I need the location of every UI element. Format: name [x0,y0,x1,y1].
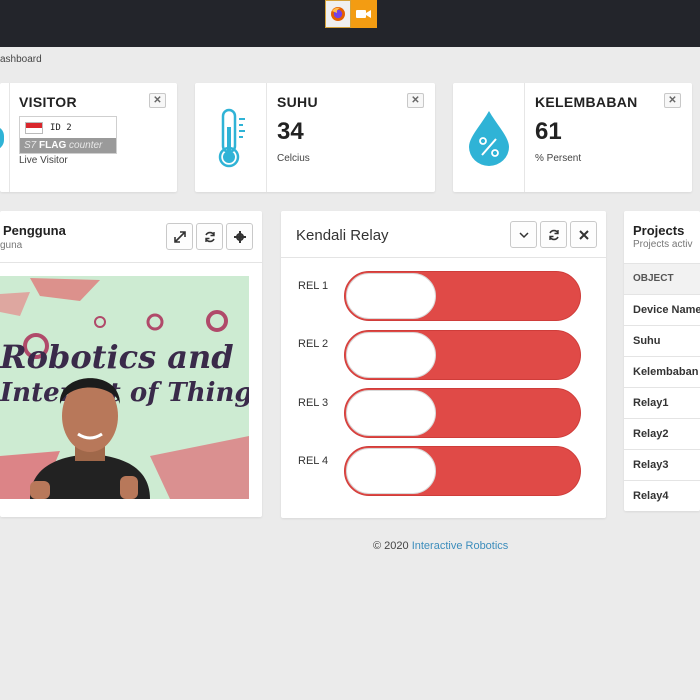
relay-panel: Kendali Relay REL 1 REL 2 REL 3 REL 4 [281,211,606,518]
relay-divider [281,257,606,258]
camera-icon[interactable] [351,0,377,28]
pengguna-divider [0,262,262,263]
relay-4-label: REL 4 [298,455,329,467]
projects-subtitle: Projects activ [633,239,693,250]
flag-counter-value: ID 2 [50,123,72,133]
visitor-close-button[interactable]: ✕ [149,93,166,108]
camera-text-line1: Robotics and [0,338,234,376]
visitor-title: VISITOR [19,94,77,110]
camera-image: Robotics and Internet of Things [0,276,249,499]
close-icon [578,229,589,240]
kelembaban-card: KELEMBABAN ✕ 61 % Persent [453,83,692,192]
toggle-knob [346,448,436,494]
table-row: Relay3 [624,449,700,480]
expand-button[interactable] [166,223,193,250]
visitor-caption: Live Visitor [19,155,68,166]
kelembaban-icon-area [453,83,525,192]
relay-title: Kendali Relay [296,227,389,244]
table-row: Device Name [624,294,700,325]
relay-collapse-button[interactable] [510,221,537,248]
footer-link[interactable]: Interactive Robotics [412,540,509,552]
kelembaban-close-button[interactable]: ✕ [664,93,681,108]
relay-2-toggle[interactable] [344,330,581,380]
table-row: Relay4 [624,480,700,511]
suhu-card: SUHU ✕ 34 Celcius [195,83,435,192]
table-row: Relay1 [624,387,700,418]
footer-copyright: © 2020 [373,540,409,552]
camera-feed: Robotics and Internet of Things [0,276,249,499]
suhu-title: SUHU [277,94,318,110]
suhu-unit: Celcius [277,153,310,164]
toggle-knob [346,273,436,319]
relay-2-label: REL 2 [298,338,329,350]
pengguna-refresh-button[interactable] [196,223,223,250]
top-bar [0,0,700,47]
thermometer-icon [218,108,245,167]
pengguna-settings-button[interactable] [226,223,253,250]
refresh-icon [204,231,215,242]
suhu-value: 34 [277,118,304,145]
relay-close-button[interactable] [570,221,597,248]
table-row: Suhu [624,325,700,356]
relay-3-toggle[interactable] [344,388,581,438]
visitor-icon-area [0,83,10,192]
refresh-icon [548,229,559,240]
expand-icon [173,230,186,243]
suhu-icon-area [195,83,267,192]
toggle-knob [346,390,436,436]
table-row: Kelembaban [624,356,700,387]
footer: © 2020 Interactive Robotics [373,540,508,552]
projects-table-header: OBJECT [624,263,700,294]
firefox-icon[interactable] [325,0,351,28]
kelembaban-unit: % Persent [535,153,582,164]
flag-counter-banner: S7 FLAG counter [20,138,116,153]
breadcrumb[interactable]: ashboard [0,54,42,65]
relay-3-label: REL 3 [298,397,329,409]
relay-1-label: REL 1 [298,280,329,292]
projects-title: Projects [633,223,685,238]
pengguna-subtitle: guna [0,240,23,251]
camera-text-line2: Internet of Things [0,378,249,408]
relay-refresh-button[interactable] [540,221,567,248]
relay-1-toggle[interactable] [344,271,581,321]
chevron-down-icon [518,231,529,238]
suhu-close-button[interactable]: ✕ [407,93,424,108]
visitor-icon [0,126,4,150]
indonesia-flag-icon [25,122,43,134]
gear-icon [233,230,246,243]
pengguna-title: Pengguna [3,223,66,238]
kelembaban-title: KELEMBABAN [535,94,638,110]
flag-counter-widget[interactable]: ID 2 S7 FLAG counter [19,116,117,154]
relay-4-toggle[interactable] [344,446,581,496]
table-row: Relay2 [624,418,700,449]
humidity-drop-icon [468,110,509,166]
kelembaban-value: 61 [535,118,562,145]
toggle-knob [346,332,436,378]
